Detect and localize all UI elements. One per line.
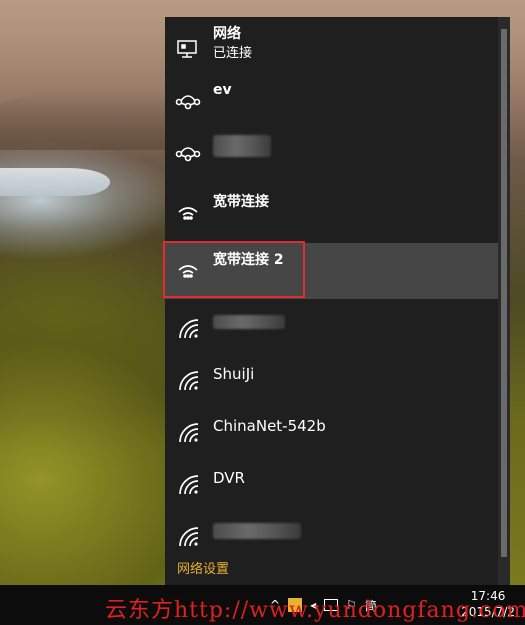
wifi-icon — [175, 523, 201, 549]
network-settings-link[interactable]: 网络设置 — [177, 558, 229, 577]
wallpaper-lake — [0, 168, 110, 196]
network-name: 网络 — [213, 26, 241, 42]
network-name: ShuiJi — [213, 365, 255, 383]
network-item-dvr[interactable]: DVR — [165, 465, 498, 517]
network-item-redacted[interactable] — [165, 133, 498, 185]
network-name: ChinaNet-542b — [213, 417, 326, 435]
wifi-icon — [175, 315, 201, 341]
wifi-icon — [175, 419, 201, 445]
scrollbar-thumb[interactable] — [501, 29, 507, 557]
flyout-scrollbar[interactable] — [498, 17, 510, 585]
network-item-chinanet[interactable]: ChinaNet-542b — [165, 413, 498, 465]
ethernet-monitor-icon — [175, 37, 201, 63]
network-flyout: 网络 已连接 ev 宽带连接 宽带连接 2 ShuiJi ChinaNet-54… — [165, 17, 510, 585]
wifi-icon — [175, 367, 201, 393]
wifi-icon — [175, 471, 201, 497]
network-item-shuiji[interactable]: ShuiJi — [165, 361, 498, 413]
network-item-wifi-redacted[interactable] — [165, 309, 498, 361]
dialup-connection-icon — [175, 199, 201, 225]
network-status: 已连接 — [213, 46, 253, 61]
redacted-name — [213, 135, 271, 157]
highlight-annotation-box — [163, 241, 305, 298]
network-item-ev[interactable]: ev — [165, 81, 498, 133]
network-connection-icon — [175, 141, 201, 167]
network-name: ev — [213, 82, 232, 98]
network-name: DVR — [213, 469, 245, 487]
watermark-text: 云东方http://www.yundongfang.com — [105, 598, 525, 623]
network-connection-icon — [175, 89, 201, 115]
redacted-name — [213, 523, 301, 539]
network-item-broadband[interactable]: 宽带连接 — [165, 193, 498, 245]
network-name: 宽带连接 — [213, 194, 269, 210]
redacted-name — [213, 315, 285, 329]
network-item-wired[interactable]: 网络 已连接 — [165, 25, 498, 77]
